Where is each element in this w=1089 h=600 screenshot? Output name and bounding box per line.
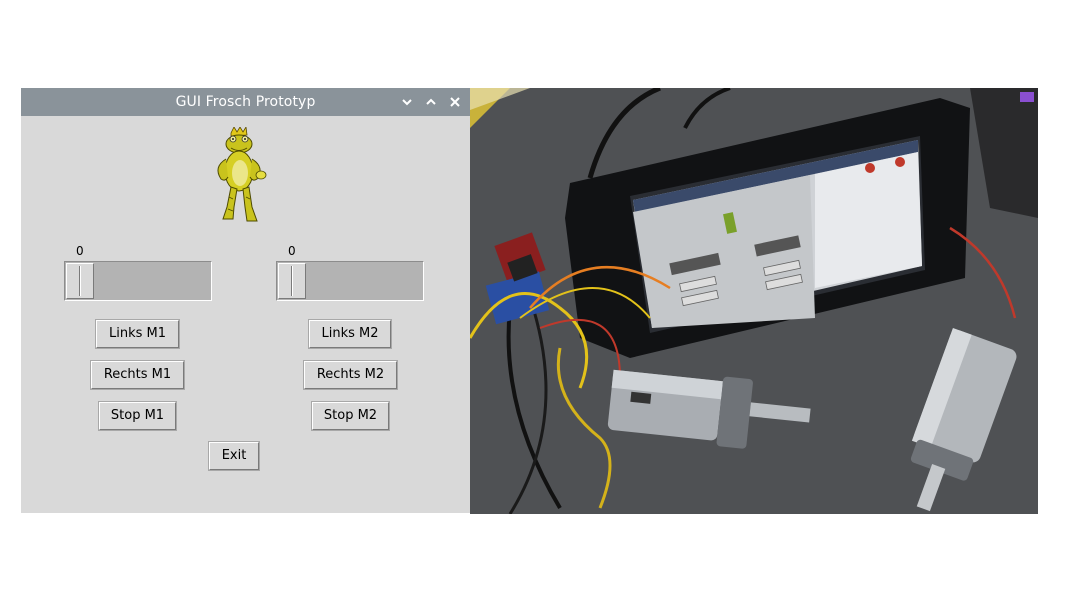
scale-m2[interactable]	[276, 261, 424, 301]
hardware-photo	[470, 88, 1038, 514]
scale-m1-value: 0	[76, 244, 84, 258]
scale-m1-slider[interactable]	[66, 263, 94, 299]
title-bar[interactable]: GUI Frosch Prototyp	[21, 88, 470, 116]
scale-m2-value: 0	[288, 244, 296, 258]
links-m1-button[interactable]: Links M1	[95, 319, 180, 349]
scale-m1[interactable]	[64, 261, 212, 301]
chevron-up-icon[interactable]	[424, 95, 438, 109]
close-icon[interactable]	[448, 95, 462, 109]
stop-m2-button[interactable]: Stop M2	[311, 401, 390, 431]
scale-m2-slider[interactable]	[278, 263, 306, 299]
app-window: GUI Frosch Prototyp 0 0 Links M1 Rechts …	[21, 88, 470, 513]
rechts-m1-button[interactable]: Rechts M1	[90, 360, 185, 390]
chevron-down-icon[interactable]	[400, 95, 414, 109]
exit-button[interactable]: Exit	[208, 441, 260, 471]
rechts-m2-button[interactable]: Rechts M2	[303, 360, 398, 390]
frog-image	[209, 125, 269, 225]
links-m2-button[interactable]: Links M2	[308, 319, 392, 349]
stop-m1-button[interactable]: Stop M1	[98, 401, 177, 431]
